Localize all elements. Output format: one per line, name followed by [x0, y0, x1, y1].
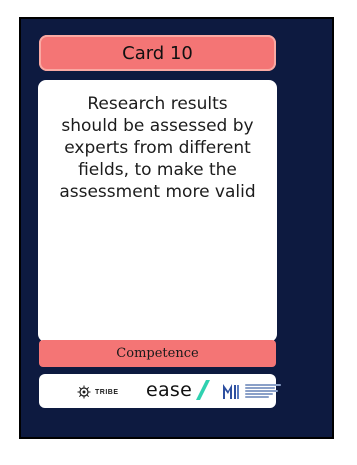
card-statement: Research results should be assessed by e…: [59, 94, 256, 202]
card-body: Research results should be assessed by e…: [38, 80, 277, 342]
tribe-logo: TRIBE: [77, 385, 119, 399]
logo-strip: TRIBE ease: [39, 374, 281, 408]
university-name-lines: [245, 384, 281, 398]
category-banner: Competence: [39, 340, 276, 367]
category-label: Competence: [116, 346, 199, 361]
card-title: Card 10: [122, 42, 193, 64]
ease-slash-icon: [196, 380, 211, 400]
university-logo: [222, 382, 281, 400]
university-crest-icon: [223, 384, 239, 399]
ease-logo: ease: [146, 379, 211, 401]
card-title-banner: Card 10: [39, 35, 276, 71]
tribe-logo-text: TRIBE: [95, 388, 119, 396]
ease-logo-text: ease: [146, 379, 193, 401]
tribe-globe-icon: [77, 385, 91, 399]
